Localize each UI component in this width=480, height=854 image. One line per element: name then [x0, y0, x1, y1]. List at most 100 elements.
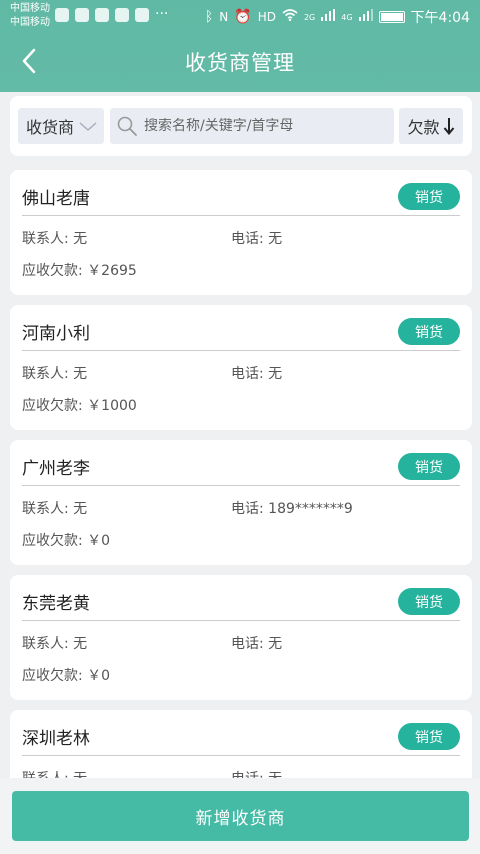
contact-row: 联系人: 无: [22, 633, 87, 653]
receivable-row: 应收欠款: ￥0: [22, 665, 110, 685]
search-input[interactable]: [144, 118, 384, 134]
sale-button[interactable]: 销货: [398, 453, 460, 480]
contact-value: 无: [73, 366, 88, 382]
shield-icon: [55, 8, 69, 22]
receivable-value: ￥2695: [87, 263, 137, 279]
phone-value: 无: [268, 636, 283, 652]
receivable-row: 应收欠款: ￥1000: [22, 395, 137, 415]
carrier-2: 中国移动: [10, 17, 50, 28]
customer-card[interactable]: 河南小利 销货 联系人: 无 电话: 无 应收欠款: ￥1000: [10, 305, 472, 430]
phone-value: 无: [268, 366, 283, 382]
arrow-down-icon: [443, 118, 454, 135]
sale-button[interactable]: 销货: [398, 183, 460, 210]
more-notifications-icon: ···: [155, 6, 169, 22]
divider: [22, 350, 460, 351]
phone-value: 无: [268, 231, 283, 247]
sort-label: 欠款: [407, 118, 440, 137]
search-box[interactable]: [110, 108, 394, 144]
divider: [22, 215, 460, 216]
phone-row: 电话: 189*******9: [231, 498, 353, 518]
system-status: ᛒ N ⏰ HD 2G 4G 下午4:04: [205, 7, 470, 27]
nav-bar: 收货商管理: [0, 32, 480, 90]
receivable-label: 应收欠款:: [22, 533, 83, 549]
phone-value: 无: [268, 771, 282, 778]
customer-card[interactable]: 东莞老黄 销货 联系人: 无 电话: 无 应收欠款: ￥0: [10, 575, 472, 700]
contact-label: 联系人:: [22, 366, 69, 382]
page-title: 收货商管理: [185, 51, 295, 75]
home-app-icon: [115, 8, 129, 22]
contact-label: 联系人:: [22, 636, 69, 652]
contact-row: 联系人: 无: [22, 768, 87, 778]
contact-row: 联系人: 无: [22, 363, 87, 383]
contact-value: 无: [73, 636, 88, 652]
customer-name: 河南小利: [22, 324, 90, 344]
contact-row: 联系人: 无: [22, 498, 87, 518]
signal-2-icon: [358, 9, 373, 25]
receivable-label: 应收欠款:: [22, 668, 83, 684]
customer-name: 广州老李: [22, 459, 90, 479]
receivable-value: ￥0: [87, 533, 111, 549]
phone-row: 电话: 无: [231, 633, 282, 653]
phone-label: 电话:: [231, 501, 264, 517]
network-4g-label: 4G: [341, 12, 353, 22]
wifi-icon: [282, 9, 298, 25]
sort-by-debt-button[interactable]: 欠款: [399, 108, 463, 144]
sale-button[interactable]: 销货: [398, 588, 460, 615]
bottom-bar: 新增收货商: [0, 778, 480, 854]
carrier-1: 中国移动: [10, 3, 50, 14]
customer-card[interactable]: 佛山老唐 销货 联系人: 无 电话: 无 应收欠款: ￥2695: [10, 170, 472, 295]
battery-icon: [378, 11, 405, 23]
divider: [22, 755, 460, 756]
sale-button[interactable]: 销货: [398, 318, 460, 345]
contact-value: 无: [73, 501, 88, 517]
customer-card[interactable]: 深圳老林 销货 联系人: 无 电话: 无: [10, 710, 472, 778]
receivable-value: ￥0: [87, 668, 111, 684]
receivable-label: 应收欠款:: [22, 263, 83, 279]
phone-row: 电话: 无: [231, 228, 282, 248]
filter-label: 收货商: [26, 118, 75, 137]
signal-1-icon: [321, 9, 336, 25]
nfc-icon: N: [219, 10, 229, 24]
receivable-label: 应收欠款:: [22, 398, 83, 414]
phone-label: 电话:: [231, 771, 264, 778]
contact-row: 联系人: 无: [22, 228, 87, 248]
notification-icons: ···: [55, 6, 169, 22]
search-icon: [117, 116, 137, 136]
chevron-down-icon: [79, 122, 97, 131]
phone-value: 189*******9: [268, 501, 353, 517]
contact-value: 无: [73, 231, 88, 247]
clock-time: 下午4:04: [410, 10, 470, 26]
paper-plane-icon: [95, 8, 109, 22]
receivable-row: 应收欠款: ￥0: [22, 530, 110, 550]
contact-value: 无: [73, 771, 87, 778]
customer-list: 佛山老唐 销货 联系人: 无 电话: 无 应收欠款: ￥2695 河南小利 销货…: [0, 170, 480, 778]
filter-dropdown[interactable]: 收货商: [18, 108, 104, 144]
sale-button[interactable]: 销货: [398, 723, 460, 750]
phone-row: 电话: 无: [231, 363, 282, 383]
wechat-icon: [135, 8, 149, 22]
bluetooth-icon: ᛒ: [204, 9, 214, 25]
phone-row: 电话: 无: [231, 768, 282, 778]
phone-label: 电话:: [231, 231, 264, 247]
carrier-info: 中国移动 中国移动: [10, 2, 50, 30]
divider: [22, 620, 460, 621]
app-header: 中国移动 中国移动 ··· ᛒ N ⏰ HD 2G 4G 下午4:04 收货商管…: [0, 0, 480, 92]
contact-label: 联系人:: [22, 771, 69, 778]
customer-card[interactable]: 广州老李 销货 联系人: 无 电话: 189*******9 应收欠款: ￥0: [10, 440, 472, 565]
receivable-value: ￥1000: [87, 398, 137, 414]
alarm-icon: ⏰: [234, 9, 252, 25]
chart-app-icon: [75, 8, 89, 22]
add-customer-button[interactable]: 新增收货商: [12, 791, 469, 841]
status-bar: 中国移动 中国移动 ··· ᛒ N ⏰ HD 2G 4G 下午4:04: [0, 0, 480, 32]
customer-name: 深圳老林: [22, 729, 90, 749]
phone-label: 电话:: [231, 366, 264, 382]
network-2g-label: 2G: [303, 12, 316, 22]
contact-label: 联系人:: [22, 501, 69, 517]
search-panel: 收货商 欠款: [10, 96, 472, 156]
customer-name: 东莞老黄: [22, 594, 90, 614]
phone-label: 电话:: [231, 636, 264, 652]
receivable-row: 应收欠款: ￥2695: [22, 260, 137, 280]
contact-label: 联系人:: [22, 231, 69, 247]
divider: [22, 485, 460, 486]
hd-badge: HD: [257, 10, 276, 24]
